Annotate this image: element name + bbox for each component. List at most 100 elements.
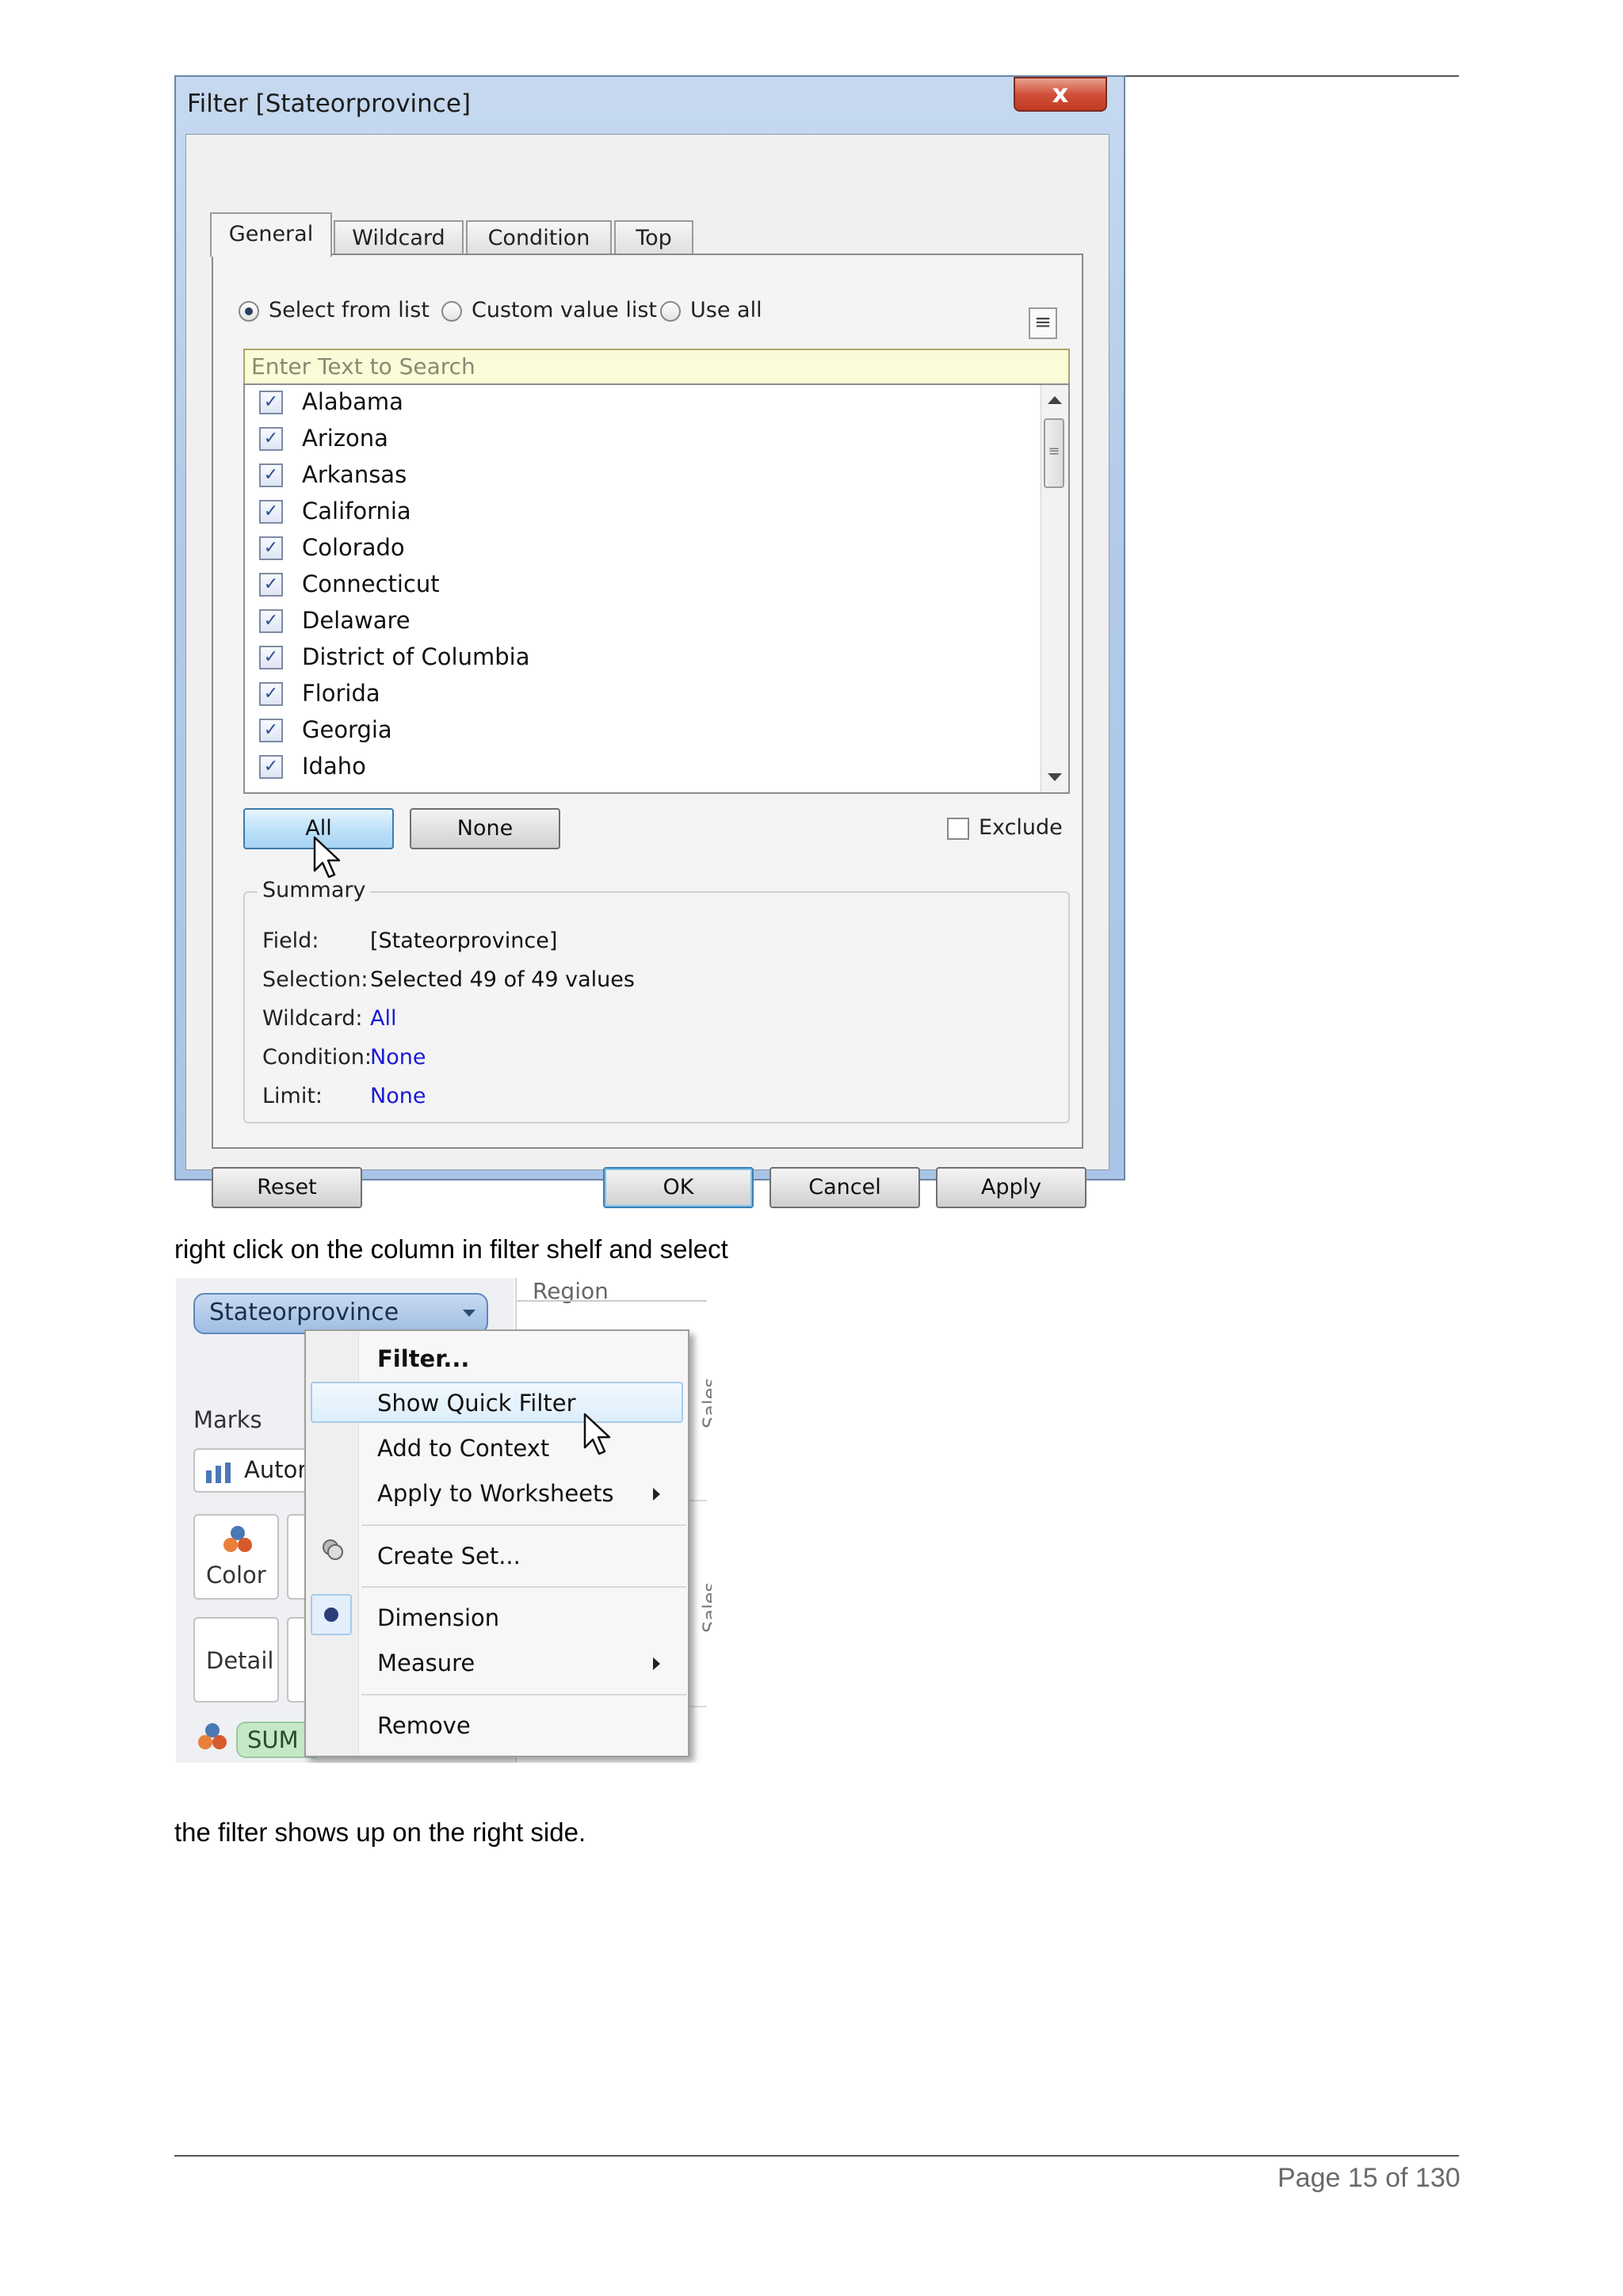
- none-button[interactable]: None: [410, 808, 560, 849]
- tab-general[interactable]: General: [210, 212, 332, 257]
- cancel-button[interactable]: Cancel: [769, 1167, 920, 1208]
- menu-item-measure[interactable]: Measure: [377, 1650, 475, 1676]
- checkbox-icon[interactable]: ✓: [259, 500, 283, 524]
- chevron-down-icon[interactable]: [463, 1310, 475, 1317]
- tab-top[interactable]: Top: [614, 220, 693, 255]
- checkbox-icon[interactable]: ✓: [259, 573, 283, 597]
- summary-field-key: Field:: [262, 929, 319, 953]
- menu-item-create-set[interactable]: Create Set...: [377, 1543, 521, 1569]
- region-underline: [517, 1300, 707, 1302]
- color-label: Color: [206, 1562, 266, 1589]
- checkbox-icon[interactable]: ✓: [259, 463, 283, 487]
- menu-item-show-quick-filter[interactable]: Show Quick Filter: [377, 1390, 576, 1417]
- apply-button[interactable]: Apply: [936, 1167, 1086, 1208]
- exclude-checkbox[interactable]: [947, 818, 969, 840]
- color-card[interactable]: Color: [193, 1514, 279, 1600]
- sales-axis-label-top: Sales: [699, 1378, 712, 1428]
- menu-item-remove[interactable]: Remove: [377, 1712, 471, 1739]
- scroll-up-arrow-icon[interactable]: [1048, 396, 1062, 404]
- list-item-label: Florida: [302, 680, 380, 707]
- list-menu-icon[interactable]: ≡: [1029, 307, 1057, 339]
- values-list: ✓ Alabama ✓ Arizona ✓ Arkansas ✓ Califor…: [243, 383, 1070, 794]
- search-input[interactable]: Enter Text to Search: [243, 349, 1070, 385]
- summary-group: [243, 891, 1070, 1123]
- ok-button[interactable]: OK: [603, 1167, 754, 1208]
- list-item-label: Arkansas: [302, 461, 407, 488]
- checkbox-icon[interactable]: ✓: [259, 646, 283, 669]
- reset-button[interactable]: Reset: [212, 1167, 362, 1208]
- bar-chart-icon: [206, 1463, 231, 1483]
- summary-selection-key: Selection:: [262, 967, 369, 992]
- sales-axis-label-bottom: Sales: [699, 1582, 712, 1633]
- create-set-icon: [323, 1539, 343, 1560]
- filter-pill-label: Stateorprovince: [209, 1299, 399, 1326]
- filter-pill-stateorprovince[interactable]: Stateorprovince: [193, 1293, 488, 1334]
- mark-type-label: Autor: [244, 1456, 307, 1483]
- summary-field-value: [Stateorprovince]: [370, 929, 558, 953]
- list-item-label: Arizona: [302, 425, 388, 452]
- summary-wildcard-link[interactable]: All: [370, 1006, 396, 1031]
- list-item-label: District of Columbia: [302, 643, 530, 670]
- radio-label-use-all: Use all: [690, 298, 762, 322]
- detail-card[interactable]: Detail: [193, 1617, 279, 1703]
- summary-title: Summary: [258, 878, 371, 902]
- menu-item-filter[interactable]: Filter...: [377, 1345, 469, 1372]
- summary-limit-key: Limit:: [262, 1084, 323, 1108]
- menu-separator: [361, 1694, 686, 1695]
- summary-limit-link[interactable]: None: [370, 1084, 426, 1108]
- radio-select-from-list[interactable]: [239, 301, 259, 322]
- detail-label: Detail: [206, 1647, 274, 1674]
- menu-item-dimension[interactable]: Dimension: [377, 1604, 499, 1631]
- dialog-body: General Wildcard Condition Top Select fr…: [185, 134, 1109, 1208]
- menu-separator: [361, 1524, 686, 1526]
- menu-item-add-to-context[interactable]: Add to Context: [377, 1435, 549, 1462]
- instruction-text: right click on the column in filter shel…: [174, 1234, 728, 1264]
- scroll-thumb[interactable]: ≡: [1044, 418, 1064, 488]
- menu-item-apply-to-worksheets[interactable]: Apply to Worksheets: [377, 1480, 614, 1507]
- checkbox-icon[interactable]: ✓: [259, 719, 283, 742]
- header-rule: [1118, 75, 1459, 77]
- dimension-selected-indicator: [311, 1594, 352, 1635]
- color-legend-icon: [198, 1723, 227, 1749]
- mouse-cursor-icon: [313, 836, 341, 879]
- scroll-down-arrow-icon[interactable]: [1048, 773, 1062, 781]
- mark-type-dropdown[interactable]: Autor: [193, 1448, 312, 1493]
- radio-dot-icon: [324, 1608, 338, 1622]
- color-icon: [223, 1526, 252, 1552]
- list-scrollbar[interactable]: ≡: [1041, 385, 1068, 792]
- radio-custom-value-list[interactable]: [441, 301, 462, 322]
- summary-condition-link[interactable]: None: [370, 1045, 426, 1070]
- dialog-title: Filter [Stateorprovince]: [187, 90, 472, 118]
- list-item-label: Colorado: [302, 534, 405, 561]
- list-item-label: Delaware: [302, 607, 411, 634]
- checkbox-icon[interactable]: ✓: [259, 682, 283, 706]
- marks-card-title: Marks: [193, 1406, 262, 1433]
- tab-wildcard[interactable]: Wildcard: [334, 220, 464, 255]
- tab-condition[interactable]: Condition: [466, 220, 612, 255]
- summary-condition-key: Condition:: [262, 1045, 372, 1070]
- filter-dialog: Filter [Stateorprovince] x General Wildc…: [174, 75, 1125, 1208]
- context-menu-screenshot: Region Stateorprovince Marks Autor Color…: [176, 1278, 712, 1763]
- checkbox-icon[interactable]: ✓: [259, 391, 283, 414]
- checkbox-icon[interactable]: ✓: [259, 609, 283, 633]
- submenu-arrow-icon: [653, 1488, 660, 1501]
- radio-use-all[interactable]: [660, 301, 681, 322]
- footer-rule: [174, 2155, 1459, 2157]
- checkbox-icon[interactable]: ✓: [259, 755, 283, 779]
- page-number: Page 15 of 130: [1277, 2163, 1461, 2193]
- list-item-label: Alabama: [302, 388, 403, 415]
- exclude-label: Exclude: [979, 815, 1063, 840]
- submenu-arrow-icon: [653, 1657, 660, 1670]
- summary-wildcard-key: Wildcard:: [262, 1006, 363, 1031]
- radio-label-custom-value-list: Custom value list: [472, 298, 658, 322]
- list-item-label: Connecticut: [302, 570, 440, 597]
- checkbox-icon[interactable]: ✓: [259, 536, 283, 560]
- mouse-cursor-icon: [583, 1413, 611, 1455]
- pill-context-menu: Filter... Show Quick Filter Add to Conte…: [304, 1329, 689, 1757]
- summary-selection-value: Selected 49 of 49 values: [370, 967, 635, 992]
- list-item-label: California: [302, 498, 411, 524]
- menu-separator: [361, 1586, 686, 1588]
- checkbox-icon[interactable]: ✓: [259, 427, 283, 451]
- close-icon[interactable]: x: [1014, 77, 1107, 112]
- list-item-label: Idaho: [302, 753, 366, 780]
